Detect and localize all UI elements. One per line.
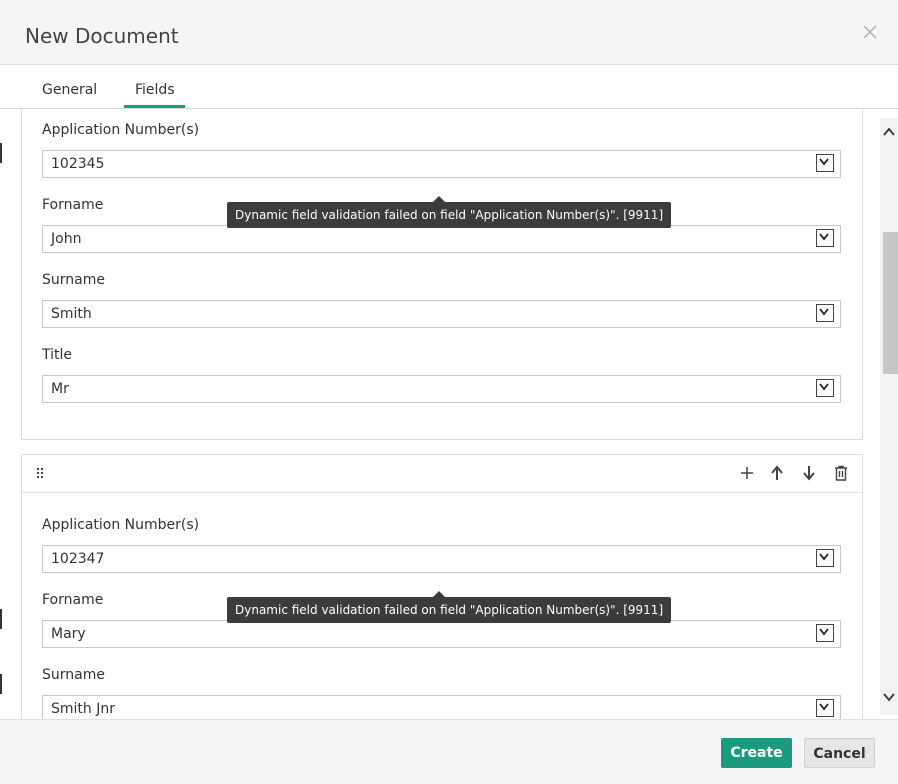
select-value: 102347 <box>51 551 105 567</box>
edge-marker <box>0 674 2 694</box>
tooltip-arrow <box>433 591 445 597</box>
chevron-down-icon[interactable] <box>816 229 834 247</box>
group-toolbar <box>22 455 862 493</box>
field-label-surname: Surname <box>42 272 105 288</box>
tab-fields[interactable]: Fields <box>135 82 175 98</box>
select-value: Smith Jnr <box>51 701 115 717</box>
chevron-down-icon[interactable] <box>816 699 834 717</box>
field-label-title: Title <box>42 347 73 363</box>
edge-marker <box>0 609 2 629</box>
select-value: 102345 <box>51 156 105 172</box>
field-group-2 <box>21 454 863 719</box>
cancel-button[interactable]: Cancel <box>804 738 875 768</box>
fields-panel: Application Number(s) 102345 Forname Joh… <box>0 109 898 719</box>
forname-select[interactable]: John <box>42 225 841 253</box>
forname-select[interactable]: Mary <box>42 620 841 648</box>
chevron-down-icon[interactable] <box>816 549 834 567</box>
select-value: Smith <box>51 306 92 322</box>
chevron-down-icon[interactable] <box>816 624 834 642</box>
chevron-down-icon[interactable] <box>816 154 834 172</box>
dialog-title: New Document <box>25 24 179 48</box>
dialog-header: New Document <box>0 0 898 65</box>
delete-icon[interactable] <box>833 465 849 481</box>
application-numbers-select[interactable]: 102345 <box>42 150 841 178</box>
tooltip-arrow <box>433 196 445 202</box>
field-label-forname: Forname <box>42 592 104 608</box>
field-label-application-numbers: Application Number(s) <box>42 517 200 533</box>
validation-tooltip: Dynamic field validation failed on field… <box>227 591 672 623</box>
move-down-icon[interactable] <box>801 465 817 481</box>
tab-general[interactable]: General <box>42 82 97 98</box>
move-up-icon[interactable] <box>769 465 785 481</box>
validation-tooltip: Dynamic field validation failed on field… <box>227 196 672 228</box>
chevron-down-icon[interactable] <box>816 379 834 397</box>
select-value: John <box>51 231 82 247</box>
tab-active-indicator <box>124 105 185 108</box>
scrollbar-thumb[interactable] <box>883 232 898 374</box>
dialog-footer: Create Cancel <box>0 719 898 784</box>
field-label-surname: Surname <box>42 667 105 683</box>
chevron-down-icon[interactable] <box>816 304 834 322</box>
scroll-up-icon[interactable] <box>882 126 896 138</box>
add-icon[interactable] <box>739 465 755 481</box>
scrollbar-track[interactable] <box>880 118 898 715</box>
tooltip-text: Dynamic field validation failed on field… <box>235 208 664 222</box>
create-button[interactable]: Create <box>721 738 792 768</box>
select-value: Mr <box>51 381 69 397</box>
application-numbers-select[interactable]: 102347 <box>42 545 841 573</box>
edge-marker <box>0 143 2 163</box>
select-value: Mary <box>51 626 86 642</box>
drag-handle-icon[interactable] <box>32 465 48 481</box>
tab-bar: General Fields <box>0 65 898 109</box>
field-label-forname: Forname <box>42 197 104 213</box>
field-label-application-numbers: Application Number(s) <box>42 122 200 138</box>
surname-select[interactable]: Smith Jnr <box>42 695 841 719</box>
scroll-down-icon[interactable] <box>882 691 896 703</box>
close-icon[interactable] <box>860 22 880 42</box>
surname-select[interactable]: Smith <box>42 300 841 328</box>
tooltip-text: Dynamic field validation failed on field… <box>235 603 664 617</box>
title-select[interactable]: Mr <box>42 375 841 403</box>
